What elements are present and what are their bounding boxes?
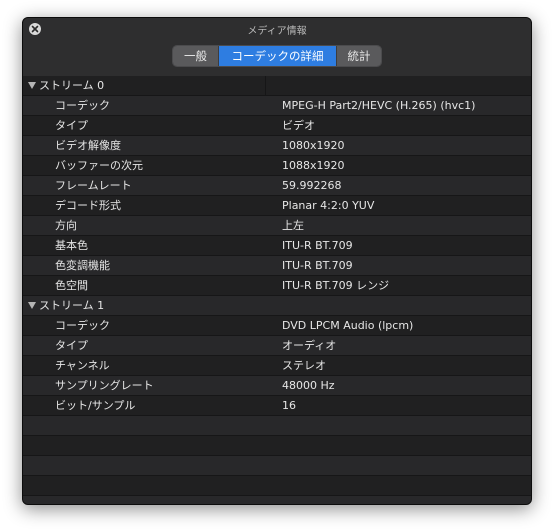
row-value: 59.992268 bbox=[282, 179, 342, 192]
table-row: 色変調機能 ITU-R BT.709 bbox=[23, 256, 531, 276]
row-label: タイプ bbox=[55, 119, 88, 132]
window-title: メディア情報 bbox=[247, 26, 307, 37]
column-divider bbox=[265, 76, 266, 95]
row-value: ビデオ bbox=[282, 119, 315, 132]
empty-row bbox=[23, 416, 531, 436]
media-info-window: メディア情報 一般 コーデックの詳細 統計 ストリーム 0 コーデック MPEG… bbox=[22, 17, 532, 505]
empty-row bbox=[23, 476, 531, 496]
row-value: オーディオ bbox=[282, 339, 337, 352]
empty-row bbox=[23, 456, 531, 476]
row-label: 基本色 bbox=[55, 239, 88, 252]
row-value: 上左 bbox=[282, 219, 304, 232]
table-row: ビデオ解像度 1080x1920 bbox=[23, 136, 531, 156]
tab-general[interactable]: 一般 bbox=[173, 46, 219, 66]
row-label: デコード形式 bbox=[55, 199, 121, 212]
tab-segmented-control: 一般 コーデックの詳細 統計 bbox=[172, 45, 382, 67]
row-value: DVD LPCM Audio (lpcm) bbox=[282, 319, 414, 332]
row-label: コーデック bbox=[55, 319, 110, 332]
table-row: バッファーの次元 1088x1920 bbox=[23, 156, 531, 176]
stream-header[interactable]: ストリーム 0 bbox=[23, 76, 531, 96]
row-value: ITU-R BT.709 bbox=[282, 239, 353, 252]
row-value: MPEG-H Part2/HEVC (H.265) (hvc1) bbox=[282, 99, 476, 112]
stream-title: ストリーム 0 bbox=[39, 79, 105, 92]
tab-statistics[interactable]: 統計 bbox=[337, 46, 381, 66]
table-row: 色空間 ITU-R BT.709 レンジ bbox=[23, 276, 531, 296]
table-row: タイプ オーディオ bbox=[23, 336, 531, 356]
table-row: コーデック MPEG-H Part2/HEVC (H.265) (hvc1) bbox=[23, 96, 531, 116]
disclosure-triangle-icon[interactable] bbox=[28, 82, 36, 89]
table-row: タイプ ビデオ bbox=[23, 116, 531, 136]
table-row: ビット/サンプル 16 bbox=[23, 396, 531, 416]
row-label: 色変調機能 bbox=[55, 259, 110, 272]
table-row: チャンネル ステレオ bbox=[23, 356, 531, 376]
tab-codec-details[interactable]: コーデックの詳細 bbox=[219, 46, 337, 66]
empty-row bbox=[23, 496, 531, 504]
codec-details-table: ストリーム 0 コーデック MPEG-H Part2/HEVC (H.265) … bbox=[23, 76, 531, 504]
row-value: 48000 Hz bbox=[282, 379, 335, 392]
row-value: ITU-R BT.709 レンジ bbox=[282, 279, 390, 292]
row-value: 1088x1920 bbox=[282, 159, 345, 172]
row-label: バッファーの次元 bbox=[55, 159, 143, 172]
row-label: ビット/サンプル bbox=[55, 399, 136, 412]
row-label: ビデオ解像度 bbox=[55, 139, 121, 152]
table-row: コーデック DVD LPCM Audio (lpcm) bbox=[23, 316, 531, 336]
title-bar[interactable]: メディア情報 bbox=[23, 18, 531, 40]
row-value: 16 bbox=[282, 399, 296, 412]
row-value: 1080x1920 bbox=[282, 139, 345, 152]
table-row: サンプリングレート 48000 Hz bbox=[23, 376, 531, 396]
row-value: ITU-R BT.709 bbox=[282, 259, 353, 272]
table-row: デコード形式 Planar 4:2:0 YUV bbox=[23, 196, 531, 216]
row-label: コーデック bbox=[55, 99, 110, 112]
disclosure-triangle-icon[interactable] bbox=[28, 302, 36, 309]
stream-header[interactable]: ストリーム 1 bbox=[23, 296, 531, 316]
stream-title: ストリーム 1 bbox=[39, 299, 105, 312]
row-label: フレームレート bbox=[55, 179, 132, 192]
table-row: 方向 上左 bbox=[23, 216, 531, 236]
row-label: チャンネル bbox=[55, 359, 110, 372]
table-row: フレームレート 59.992268 bbox=[23, 176, 531, 196]
row-label: タイプ bbox=[55, 339, 88, 352]
row-label: 方向 bbox=[55, 219, 77, 232]
row-value: ステレオ bbox=[282, 359, 326, 372]
table-row: 基本色 ITU-R BT.709 bbox=[23, 236, 531, 256]
row-label: 色空間 bbox=[55, 279, 88, 292]
empty-row bbox=[23, 436, 531, 456]
row-value: Planar 4:2:0 YUV bbox=[282, 199, 375, 212]
row-label: サンプリングレート bbox=[55, 379, 154, 392]
